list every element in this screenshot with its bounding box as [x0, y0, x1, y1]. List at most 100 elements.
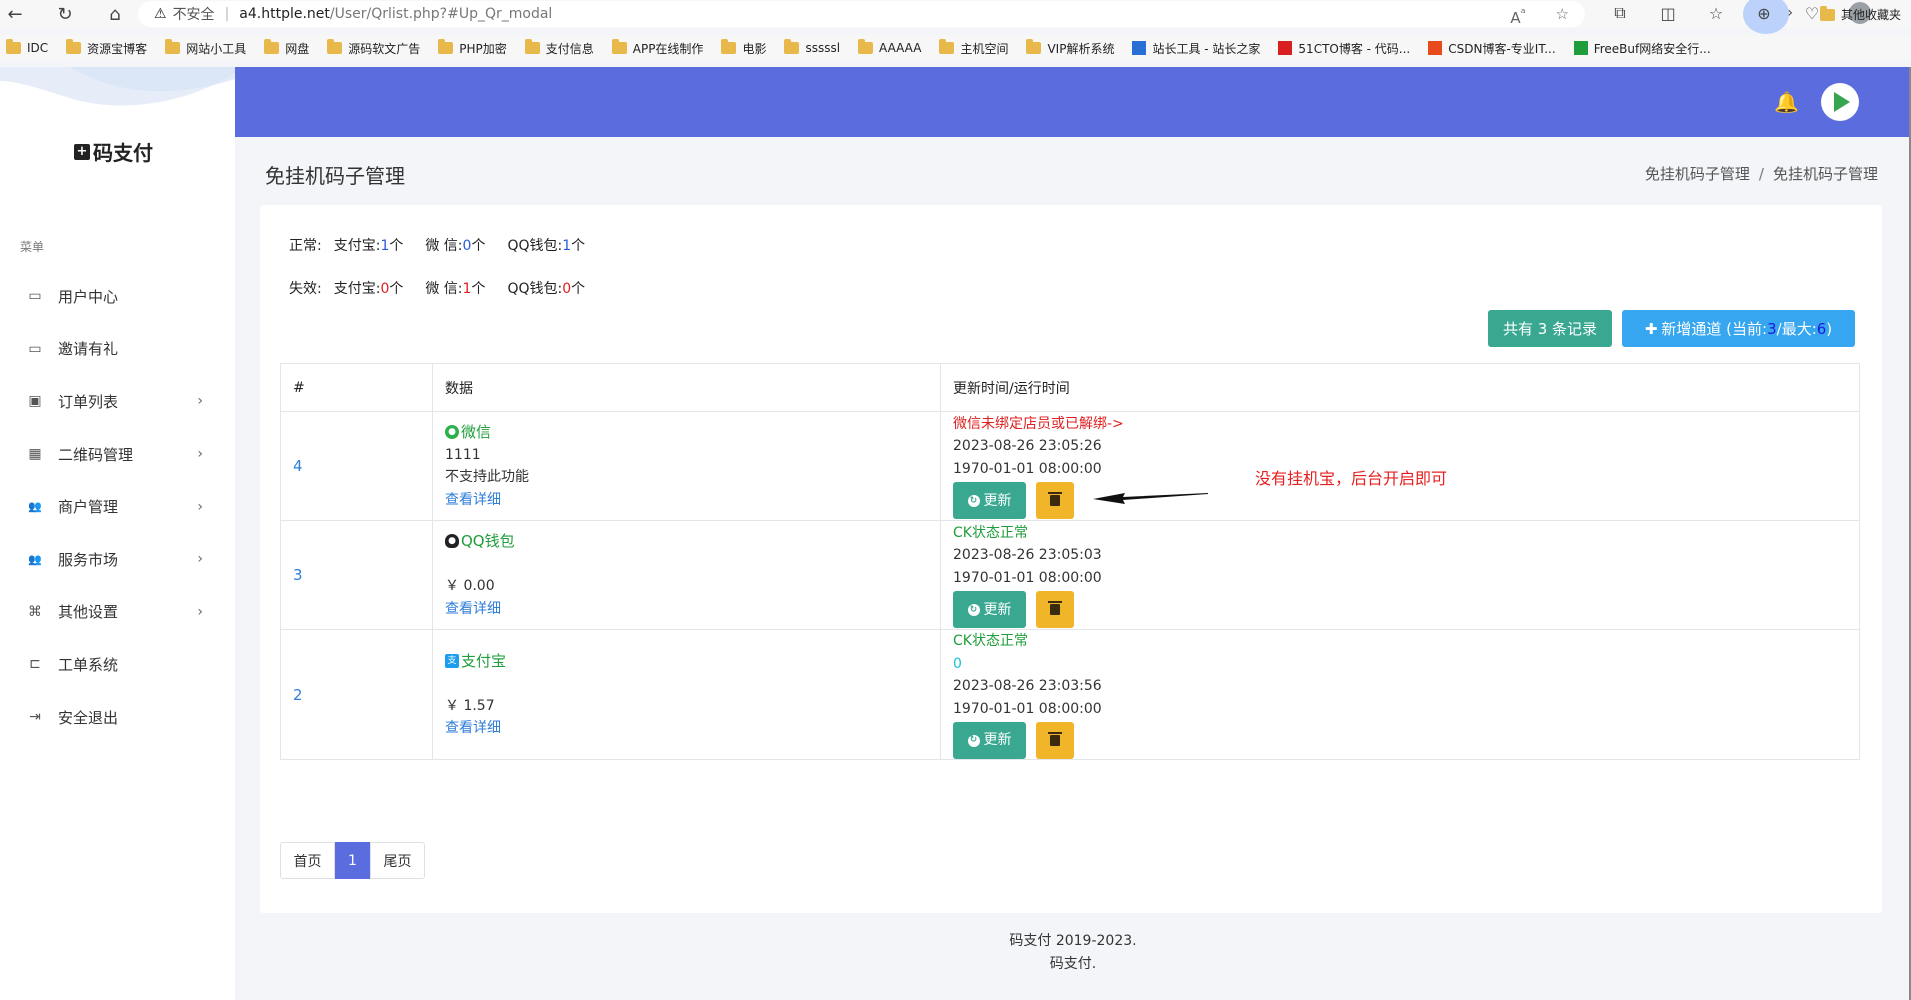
bookmark-item[interactable]: 网盘 [264, 39, 309, 57]
sidebar-item-9[interactable]: ⇥ 安全退出 [0, 691, 235, 744]
content-card: 正常: 支付宝:1个 微 信:0个 QQ钱包:1个 失效: 支付宝:0个 微 信… [260, 205, 1882, 913]
bookmark-item[interactable]: 站长工具 - 站长之家 [1132, 40, 1260, 57]
bookmark-item[interactable]: APP在线制作 [611, 39, 704, 57]
pagination: 首页 1 尾页 [280, 842, 425, 879]
update-button[interactable]: ↻ 更新 [953, 722, 1026, 759]
read-aloud-icon[interactable]: Aᵃ [1510, 5, 1525, 27]
favorites-icon[interactable]: ☆ [1705, 2, 1727, 24]
sidebar-item-label: 商户管理 [58, 498, 119, 517]
row-id-link[interactable]: 4 [293, 457, 303, 475]
sidebar-item-5[interactable]: 👥 商户管理 › [0, 480, 235, 533]
extensions-icon[interactable]: ⧉ [1609, 2, 1631, 24]
bookmark-item[interactable]: 网站小工具 [165, 39, 247, 57]
insecure-label: 不安全 [172, 7, 215, 23]
refresh-icon: ↻ [967, 734, 980, 747]
bookmark-item[interactable]: 支付信息 [524, 39, 594, 57]
sidebar-item-7[interactable]: ⌘ 其他设置 › [0, 586, 235, 639]
bookmark-label: 资源宝博客 [87, 41, 148, 56]
cell-id: 2 [280, 629, 433, 760]
sidebar-item-4[interactable]: ▦ 二维码管理 › [0, 428, 235, 481]
row-id-link[interactable]: 2 [293, 686, 303, 704]
bookmark-item[interactable]: PHP加密 [438, 39, 507, 57]
back-icon[interactable]: ← [0, 0, 30, 28]
split-screen-icon[interactable]: ◫ [1657, 2, 1679, 24]
bookmark-label: PHP加密 [459, 41, 507, 56]
sidebar: + 码支付 菜单 ▭ 用户中心 ▭ 邀请有礼 ▣ 订单列表 › ▦ 二维码管理 › 👥 商户管理 › 👥 服… [0, 67, 235, 1000]
add-channel-button[interactable]: ✚ 新增通道 (当前: 3/最大: 6) [1622, 310, 1855, 347]
sidebar-item-1[interactable]: ▭ 用户中心 [0, 270, 235, 323]
data-line-1: 1111 [445, 446, 481, 463]
folder-icon [165, 39, 181, 54]
view-detail-link[interactable]: 查看详细 [445, 489, 940, 512]
page-first-button[interactable]: 首页 [280, 842, 335, 879]
sidebar-item-2[interactable]: ▭ 邀请有礼 [0, 323, 235, 376]
bookmark-item[interactable]: 51CTO博客 - 代码... [1278, 40, 1410, 57]
bookmark-item[interactable]: FreeBuf网络安全行... [1573, 40, 1711, 57]
view-detail-link[interactable]: 查看详细 [445, 717, 940, 740]
stats-normal: 正常: 支付宝:1个 微 信:0个 QQ钱包:1个 [289, 238, 586, 254]
delete-button[interactable] [1036, 722, 1074, 759]
breadcrumb-parent[interactable]: 免挂机码子管理 [1645, 165, 1750, 183]
status-text: CK状态正常 [953, 524, 1028, 541]
bookmark-label: FreeBuf网络安全行... [1593, 41, 1711, 56]
data-line-1 [445, 553, 940, 576]
address-bar[interactable]: ⚠ 不安全 | a4.httple.net/User/Qrlist.php?#U… [138, 1, 1585, 27]
chevron-right-icon: › [197, 603, 203, 620]
bookmark-item[interactable]: AAAAA [858, 39, 921, 55]
favorite-star-icon[interactable]: ☆ [1556, 5, 1569, 27]
table-header-row: # 数据 更新时间/运行时间 [280, 363, 1860, 412]
bookmark-item[interactable]: sssssl [784, 39, 840, 55]
bookmark-label: 网站小工具 [186, 41, 247, 56]
stats-invalid: 失效: 支付宝:0个 微 信:1个 QQ钱包:0个 [289, 281, 586, 297]
updated-time: 2023-08-26 23:05:03 [953, 547, 1102, 564]
folder-icon [1026, 39, 1042, 54]
view-detail-link[interactable]: 查看详细 [445, 598, 940, 621]
delete-button[interactable] [1036, 591, 1074, 629]
reload-icon[interactable]: ↻ [50, 0, 80, 28]
row-id-link[interactable]: 3 [293, 566, 303, 584]
sidebar-item-label: 其他设置 [58, 603, 119, 622]
page-current-button[interactable]: 1 [335, 842, 370, 879]
page-title: 免挂机码子管理 [265, 164, 405, 188]
play-icon [1834, 92, 1850, 112]
collections-icon[interactable]: ⊕ [1753, 2, 1775, 24]
update-button[interactable]: ↻ 更新 [953, 482, 1026, 520]
sidebar-item-3[interactable]: ▣ 订单列表 › [0, 375, 235, 428]
data-line-2: 不支持此功能 [445, 469, 529, 485]
sidebar-item-label: 用户中心 [58, 287, 119, 306]
delete-button[interactable] [1036, 482, 1074, 520]
breadcrumb: 免挂机码子管理 / 免挂机码子管理 [1644, 165, 1878, 183]
pay-type-label: 支支付宝 [445, 650, 940, 673]
cell-data: ● QQ钱包 ￥ 0.00 查看详细 [432, 520, 941, 630]
bookmark-item[interactable]: 源码软文广告 [327, 39, 420, 57]
cell-id: 3 [280, 520, 433, 630]
bookmark-item[interactable]: 电影 [721, 39, 766, 57]
bookmark-item[interactable]: IDC [6, 39, 49, 55]
page-last-button[interactable]: 尾页 [370, 842, 425, 879]
folder-icon [438, 39, 454, 54]
bookmark-item[interactable]: VIP解析系统 [1026, 39, 1114, 57]
table-row: 3 ● QQ钱包 ￥ 0.00 查看详细 CK状态正常 2023-08-26 23:05:0… [280, 520, 1860, 630]
brand-logo[interactable]: + 码支付 [74, 137, 153, 166]
records-count-button[interactable]: 共有 3 条记录 [1488, 310, 1612, 347]
footer-copyright: 码支付 2019-2023. [1009, 933, 1137, 949]
bookmark-label: APP在线制作 [632, 41, 704, 56]
monitor-icon: ▭ [28, 340, 42, 357]
updated-time: 2023-08-26 23:03:56 [953, 678, 1102, 694]
bookmarks-more-icon[interactable]: › [1787, 5, 1793, 21]
bookmark-other-favorites[interactable]: 其他收藏夹 [1819, 5, 1901, 23]
refresh-icon: ↻ [967, 603, 980, 616]
annotation-note: 没有挂机宝，后台开启即可 [1255, 469, 1448, 488]
home-icon[interactable]: ⌂ [100, 0, 130, 28]
bell-icon[interactable]: 🔔 [1774, 90, 1799, 114]
bookmark-item[interactable]: CSDN博客-专业IT... [1428, 40, 1556, 57]
sidebar-item-8[interactable]: ⊏ 工单系统 [0, 638, 235, 691]
avatar[interactable] [1821, 83, 1859, 121]
sidebar-item-6[interactable]: 👥 服务市场 › [0, 533, 235, 586]
bookmark-item[interactable]: 资源宝博客 [66, 39, 148, 57]
update-button[interactable]: ↻ 更新 [953, 591, 1026, 629]
bookmark-item[interactable]: 主机空间 [939, 39, 1008, 57]
bookmark-label: IDC [27, 41, 49, 55]
folder-icon [524, 39, 540, 54]
brand-name: 码支付 [93, 141, 153, 165]
